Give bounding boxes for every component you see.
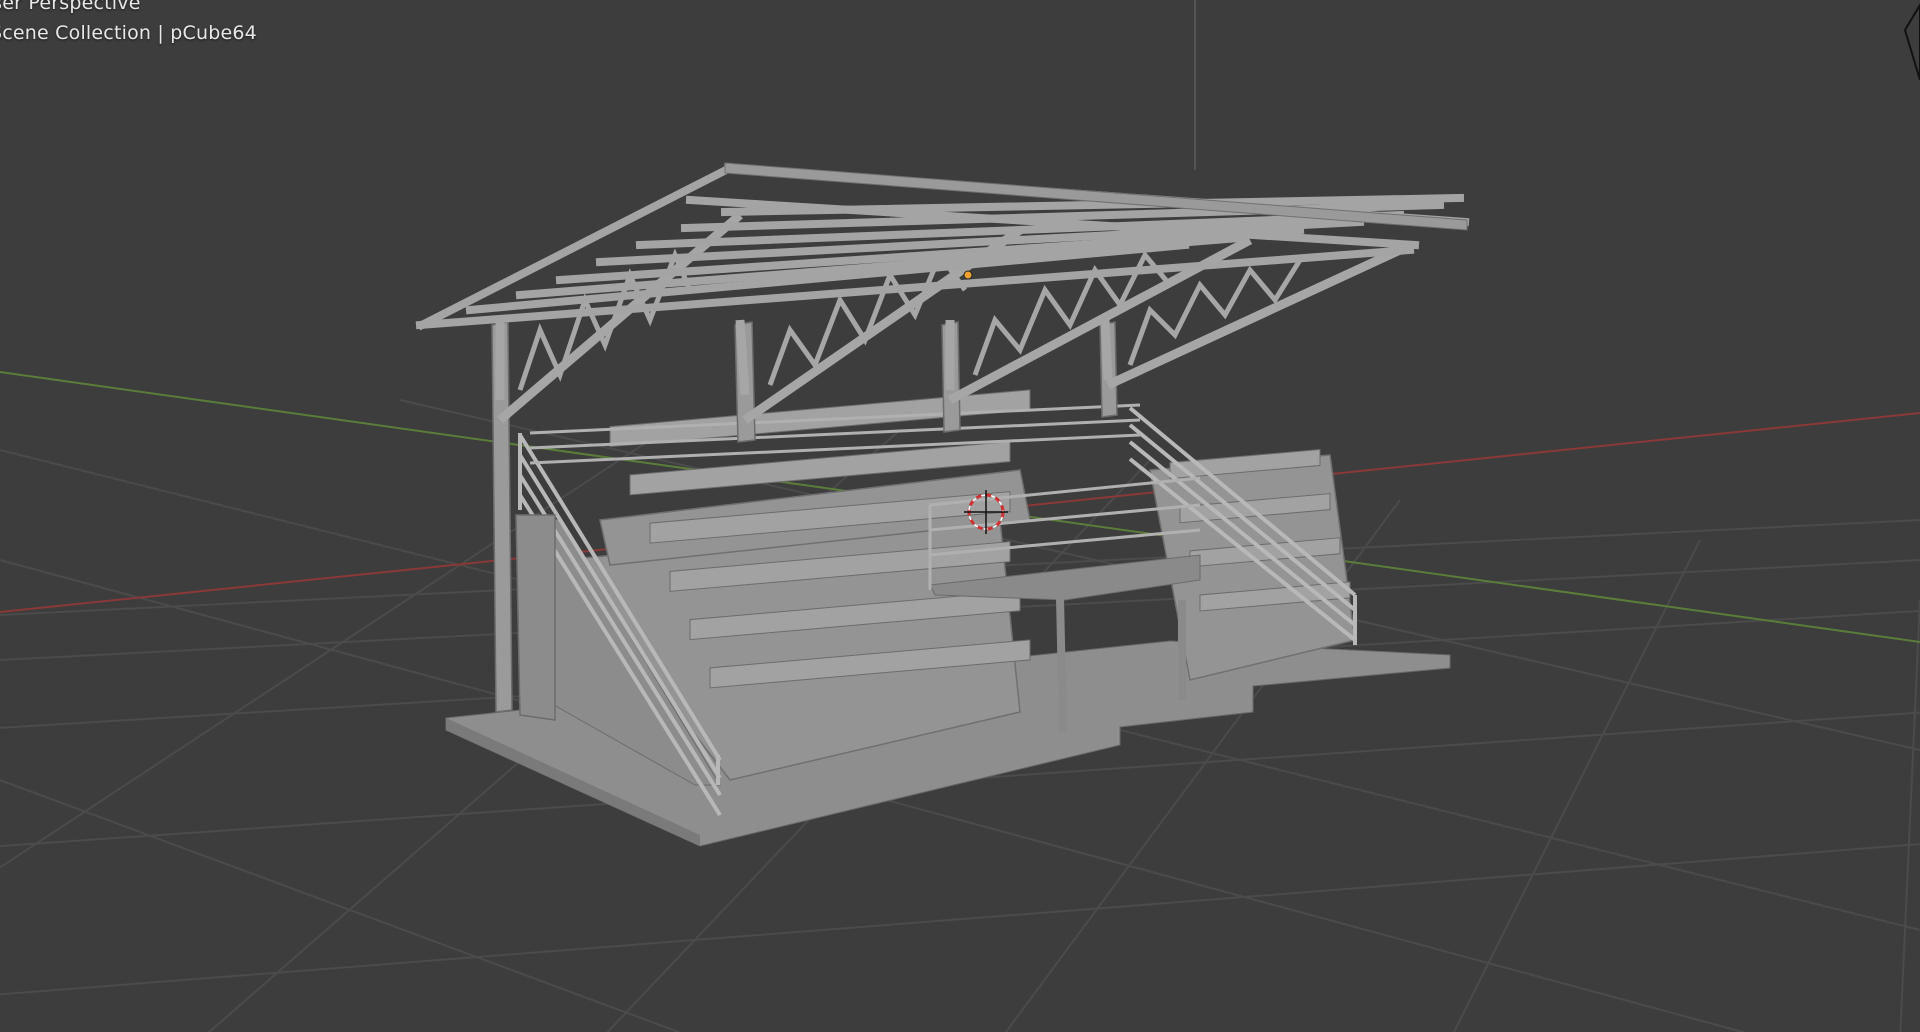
3d-viewport[interactable] bbox=[0, 0, 1920, 1032]
viewport-view-name: User Perspective bbox=[0, 0, 141, 14]
stadium-model[interactable] bbox=[415, 162, 1470, 847]
camera-icon[interactable] bbox=[1903, 3, 1920, 81]
roof-purlins bbox=[415, 162, 1470, 331]
object-origin-dot bbox=[963, 270, 973, 280]
viewport-collection-info: Scene Collection | pCube64 bbox=[0, 22, 257, 44]
